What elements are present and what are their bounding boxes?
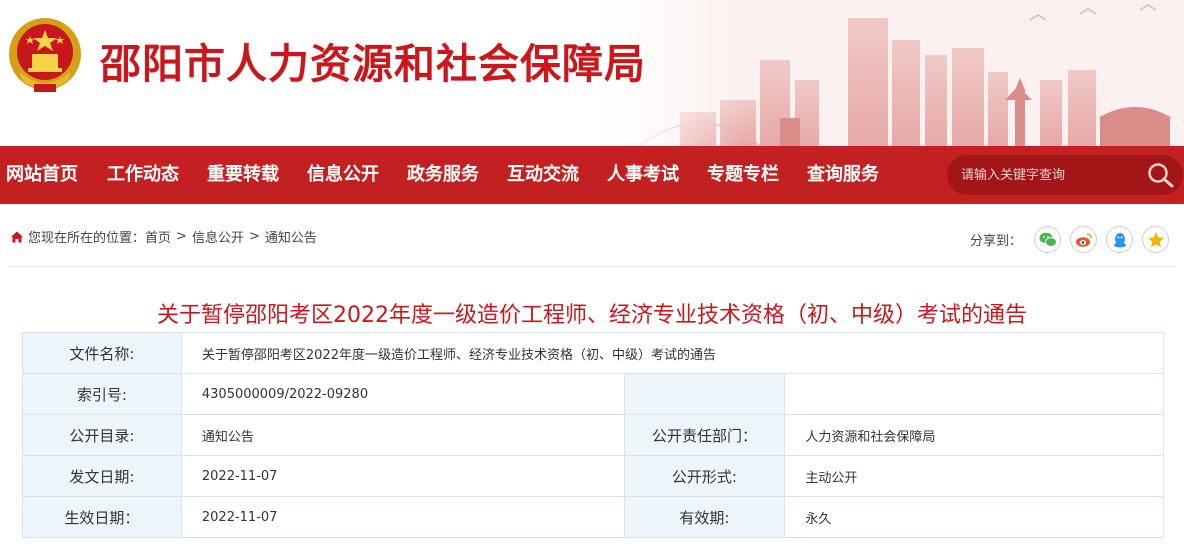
- document-info-table: 文件名称: 关于暂停邵阳考区2022年度一级造价工程师、经济专业技术资格（初、中…: [22, 332, 1165, 538]
- index-value: 4305000009/2022-09280: [180, 373, 625, 415]
- wechat-icon[interactable]: [1034, 226, 1062, 253]
- breadcrumb-separator: >: [176, 229, 187, 244]
- empty-cell: [784, 373, 1164, 415]
- nav-item-interaction[interactable]: 互动交流: [507, 146, 579, 204]
- table-row: 生效日期： 2022-11-07 有效期: 永久: [22, 496, 1164, 538]
- nav-item-gov-services[interactable]: 政务服务: [407, 146, 479, 204]
- site-title: 邵阳市人力资源和社会保障局: [100, 40, 646, 88]
- share-bar: 分享到：: [970, 226, 1178, 253]
- file-name-value: 关于暂停邵阳考区2022年度一级造价工程师、经济专业技术资格（初、中级）考试的通…: [180, 332, 1165, 374]
- search-icon[interactable]: [1145, 160, 1177, 190]
- nav-item-work-news[interactable]: 工作动态: [107, 146, 179, 204]
- nav-item-special-topics[interactable]: 专题专栏: [707, 146, 779, 204]
- nav-item-query-services[interactable]: 查询服务: [807, 146, 879, 204]
- dept-value: 人力资源和社会保障局: [784, 414, 1164, 456]
- national-emblem-icon: [9, 18, 81, 92]
- table-row: 发文日期: 2022-11-07 公开形式: 主动公开: [22, 455, 1164, 497]
- qq-icon[interactable]: [1106, 226, 1134, 253]
- qzone-icon[interactable]: [1142, 226, 1170, 253]
- search-box: [947, 155, 1183, 195]
- table-row: 索引号: 4305000009/2022-09280: [22, 373, 1164, 415]
- issue-date-label: 发文日期:: [22, 455, 182, 497]
- table-row: 文件名称: 关于暂停邵阳考区2022年度一级造价工程师、经济专业技术资格（初、中…: [22, 332, 1165, 374]
- home-icon: [11, 231, 23, 242]
- validity-value: 永久: [784, 496, 1164, 538]
- issue-date-value: 2022-11-07: [180, 455, 625, 497]
- breadcrumb-home[interactable]: 首页: [145, 227, 171, 246]
- breadcrumb-info-disclosure[interactable]: 信息公开: [192, 227, 244, 246]
- main-nav: 网站首页 工作动态 重要转载 信息公开 政务服务 互动交流 人事考试 专题专栏 …: [0, 146, 1184, 204]
- city-skyline-banner: [600, 0, 1184, 146]
- dept-label: 公开责任部门：: [623, 414, 786, 456]
- file-name-label: 文件名称:: [22, 332, 182, 374]
- validity-label: 有效期:: [623, 496, 786, 538]
- breadcrumb-separator: >: [248, 229, 260, 244]
- catalog-value: 通知公告: [180, 414, 625, 456]
- breadcrumb: 您现在所在的位置： 首页 > 信息公开 > 通知公告: [10, 227, 317, 246]
- breadcrumb-divider: [10, 266, 1174, 267]
- index-label: 索引号:: [22, 373, 182, 415]
- nav-item-info-disclosure[interactable]: 信息公开: [307, 146, 379, 204]
- share-label: 分享到：: [970, 234, 1023, 249]
- breadcrumb-prefix: 您现在所在的位置：: [28, 231, 146, 246]
- table-row: 公开目录: 通知公告 公开责任部门： 人力资源和社会保障局: [22, 414, 1164, 456]
- nav-item-home[interactable]: 网站首页: [6, 146, 78, 204]
- site-header: 邵阳市人力资源和社会保障局: [0, 0, 1184, 146]
- empty-cell: [623, 373, 786, 415]
- effective-date-label: 生效日期：: [22, 496, 182, 538]
- breadcrumb-notices[interactable]: 通知公告: [265, 227, 317, 246]
- article-title: 关于暂停邵阳考区2022年度一级造价工程师、经济专业技术资格（初、中级）考试的通…: [157, 303, 1027, 328]
- weibo-icon[interactable]: [1070, 226, 1098, 253]
- form-label: 公开形式:: [623, 455, 786, 497]
- search-input[interactable]: [961, 155, 1141, 195]
- effective-date-value: 2022-11-07: [180, 496, 625, 538]
- nav-item-reprints[interactable]: 重要转载: [207, 146, 279, 204]
- catalog-label: 公开目录:: [22, 414, 182, 456]
- nav-item-exams[interactable]: 人事考试: [607, 146, 679, 204]
- form-value: 主动公开: [784, 455, 1164, 497]
